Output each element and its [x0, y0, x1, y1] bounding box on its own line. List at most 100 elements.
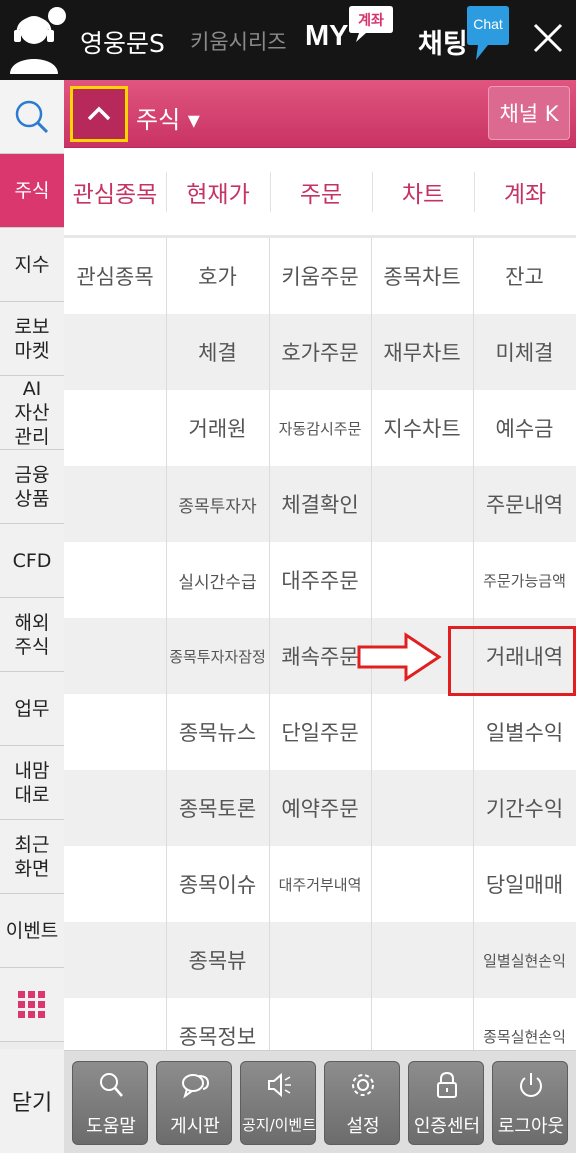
menu-category-dropdown[interactable]: 주식 ▾ — [136, 100, 200, 135]
grid-item-stock-realized-pl[interactable]: 종목실현손익 — [473, 998, 576, 1050]
tab-current-price[interactable]: 현재가 — [166, 172, 270, 212]
sidebar-item-custom[interactable]: 내맘 대로 — [0, 746, 64, 820]
grid-item-execution-check[interactable]: 체결확인 — [269, 466, 371, 542]
user-avatar-icon[interactable] — [6, 6, 66, 74]
annotation-arrow-icon — [357, 632, 442, 682]
lock-icon — [437, 1071, 457, 1098]
sidebar-item-ai-asset[interactable]: AI 자산 관리 — [0, 376, 64, 450]
logout-label: 로그아웃 — [497, 1116, 565, 1137]
grid-item-broker[interactable]: 거래원 — [166, 390, 269, 466]
logout-button[interactable]: 로그아웃 — [492, 1061, 568, 1145]
bottom-toolbar: 도움말 게시판 공지/이벤트 설정 인증센터 로그아웃 — [64, 1050, 576, 1153]
grid-item-orderable-amount[interactable]: 주문가능금액 — [473, 542, 576, 618]
sidebar: 주식 지수 로보 마켓 AI 자산 관리 금융 상품 CFD 해외 주식 업무 … — [0, 80, 64, 1153]
app-username: 영웅문S — [80, 29, 165, 58]
sidebar-item-robo-market[interactable]: 로보 마켓 — [0, 302, 64, 376]
auth-center-button[interactable]: 인증센터 — [408, 1061, 484, 1145]
tab-watchlist[interactable]: 관심종목 — [64, 172, 166, 212]
grid-item-stock-info[interactable]: 종목정보 — [166, 998, 269, 1050]
grid-item-today-trades[interactable]: 당일매매 — [473, 846, 576, 922]
grid-row: 종목이슈 대주거부내역 당일매매 — [64, 846, 576, 922]
grid-item-daily-realized-pl[interactable]: 일별실현손익 — [473, 922, 576, 998]
tab-order[interactable]: 주문 — [270, 172, 372, 212]
annotation-highlight-box — [448, 626, 576, 696]
settings-button[interactable]: 설정 — [324, 1061, 400, 1145]
sidebar-item-cfd[interactable]: CFD — [0, 524, 64, 598]
my-account-badge[interactable]: 계좌 — [348, 4, 394, 44]
board-label: 게시판 — [170, 1116, 220, 1137]
gear-icon — [352, 1074, 374, 1096]
grid-item-unfilled[interactable]: 미체결 — [473, 314, 576, 390]
grid-item-stock-chart[interactable]: 종목차트 — [371, 238, 473, 314]
grid-item-quote-order[interactable]: 호가주문 — [269, 314, 371, 390]
grid-item-lending-order[interactable]: 대주주문 — [269, 542, 371, 618]
close-icon[interactable] — [530, 20, 566, 56]
grid-item-realtime-supply[interactable]: 실시간수급 — [166, 542, 269, 618]
help-button[interactable]: 도움말 — [72, 1061, 148, 1145]
notice-event-label: 공지/이벤트 — [241, 1116, 317, 1134]
grid-row: 종목토론 예약주문 기간수익 — [64, 770, 576, 846]
grid-item-period-profit[interactable]: 기간수익 — [473, 770, 576, 846]
sidebar-item-event[interactable]: 이벤트 — [0, 894, 64, 968]
grid-item-deposit[interactable]: 예수금 — [473, 390, 576, 466]
grid-item-stock-view[interactable]: 종목뷰 — [166, 922, 269, 998]
grid-item-stock-news[interactable]: 종목뉴스 — [166, 694, 269, 770]
kiwoom-series-link[interactable]: 키움시리즈 — [190, 26, 287, 56]
notice-event-button[interactable]: 공지/이벤트 — [240, 1061, 316, 1145]
speaker-icon — [268, 1072, 291, 1098]
sidebar-item-business[interactable]: 업무 — [0, 672, 64, 746]
tab-account[interactable]: 계좌 — [474, 172, 576, 212]
grid-item-index-chart[interactable]: 지수차트 — [371, 390, 473, 466]
sidebar-item-financial-products[interactable]: 금융 상품 — [0, 450, 64, 524]
grid-item-daily-profit[interactable]: 일별수익 — [473, 694, 576, 770]
my-account-button[interactable]: MY — [305, 20, 349, 53]
grid-item-balance[interactable]: 잔고 — [473, 238, 576, 314]
sidebar-search-button[interactable] — [0, 80, 64, 154]
grid-menu-icon — [18, 990, 45, 1018]
grid-row: 종목뉴스 단일주문 일별수익 — [64, 694, 576, 770]
grid-row: 종목뷰 일별실현손익 — [64, 922, 576, 998]
grid-item-reserved-order[interactable]: 예약주문 — [269, 770, 371, 846]
sidebar-close-button[interactable]: 닫기 — [0, 1049, 64, 1153]
grid-row: 관심종목 호가 키움주문 종목차트 잔고 — [64, 238, 576, 314]
grid-item-lending-rejection[interactable]: 대주거부내역 — [269, 846, 371, 922]
grid-item-kiwoom-order[interactable]: 키움주문 — [269, 238, 371, 314]
sidebar-item-stock[interactable]: 주식 — [0, 154, 64, 228]
grid-row: 종목투자자 체결확인 주문내역 — [64, 466, 576, 542]
grid-item-financial-chart[interactable]: 재무차트 — [371, 314, 473, 390]
board-button[interactable]: 게시판 — [156, 1061, 232, 1145]
grid-item-execution[interactable]: 체결 — [166, 314, 269, 390]
grid-item-stock-investor[interactable]: 종목투자자 — [166, 466, 269, 542]
search-icon — [15, 100, 49, 134]
grid-item-order-history[interactable]: 주문내역 — [473, 466, 576, 542]
chat-badge-label: Chat — [473, 16, 503, 32]
help-label: 도움말 — [86, 1116, 136, 1137]
grid-item-stock-discussion[interactable]: 종목토론 — [166, 770, 269, 846]
sidebar-item-recent[interactable]: 최근 화면 — [0, 820, 64, 894]
grid-item-single-order[interactable]: 단일주문 — [269, 694, 371, 770]
chevron-up-icon — [87, 106, 111, 121]
chat-button[interactable]: 채팅 — [418, 22, 468, 61]
grid-item-stock-investor-prelim[interactable]: 종목투자자잠정 — [166, 618, 269, 694]
grid-item-quote[interactable]: 호가 — [166, 238, 269, 314]
auth-center-label: 인증센터 — [413, 1116, 481, 1137]
sidebar-item-index[interactable]: 지수 — [0, 228, 64, 302]
magnifier-icon — [100, 1073, 123, 1097]
category-tabs: 관심종목 현재가 주문 차트 계좌 — [64, 148, 576, 238]
column-divider — [269, 238, 270, 1050]
my-badge-label: 계좌 — [358, 13, 384, 29]
grid-item-auto-watch-order[interactable]: 자동감시주문 — [269, 390, 371, 466]
channel-k-button[interactable]: 채널 K — [488, 86, 570, 140]
grid-item-watchlist[interactable]: 관심종목 — [64, 238, 166, 314]
tab-chart[interactable]: 차트 — [372, 172, 474, 212]
grid-row: 종목정보 종목실현손익 — [64, 998, 576, 1050]
grid-row: 거래원 자동감시주문 지수차트 예수금 — [64, 390, 576, 466]
chat-bubbles-icon — [182, 1074, 209, 1099]
sidebar-item-overseas-stock[interactable]: 해외 주식 — [0, 598, 64, 672]
grid-item-stock-issue[interactable]: 종목이슈 — [166, 846, 269, 922]
settings-label: 설정 — [346, 1116, 380, 1137]
collapse-button[interactable] — [70, 86, 128, 142]
chat-badge[interactable]: Chat — [466, 4, 510, 62]
sidebar-grid-menu-button[interactable] — [0, 968, 64, 1042]
chat-bubble-icon — [467, 6, 509, 60]
